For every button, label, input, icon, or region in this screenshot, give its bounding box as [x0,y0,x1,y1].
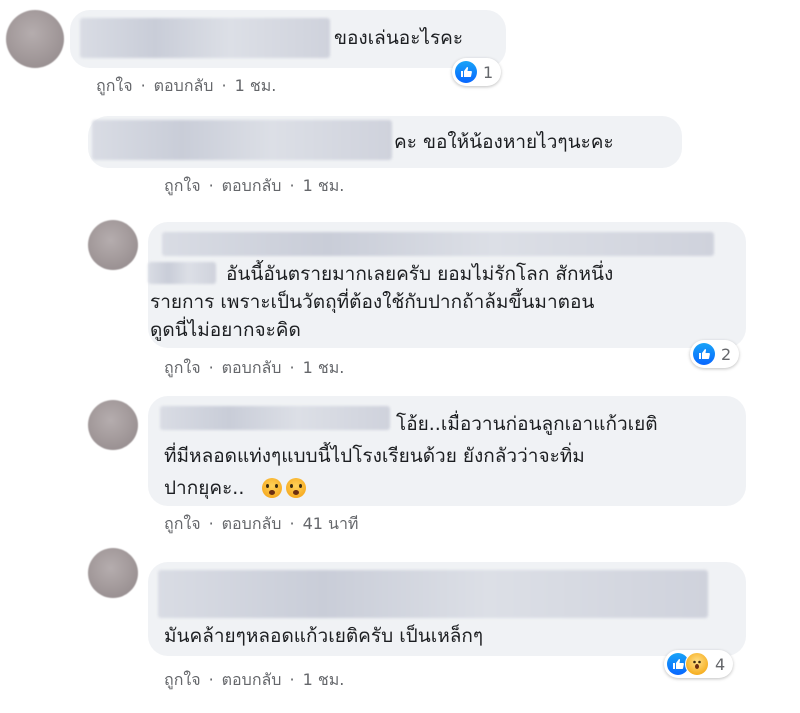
redacted-author-name [158,570,708,618]
reaction-summary[interactable]: 2 [690,340,740,368]
reply-button[interactable]: ตอบกลับ [222,512,282,536]
comment-text-line: อันนี้อันตรายมากเลยครับ ยอมไม่รักโลก สัก… [226,263,614,285]
separator: · [208,176,214,195]
comment-actions: ถูกใจ · ตอบกลับ · 41 นาที [164,512,358,536]
like-icon [693,343,715,365]
timestamp[interactable]: 41 นาที [303,512,359,536]
separator: · [289,176,295,195]
redacted-tag [148,262,216,284]
wow-icon [685,652,709,676]
comment-actions: ถูกใจ · ตอบกลับ · 1 ชม. [96,74,276,98]
commenter-avatar[interactable] [6,10,64,68]
comment-text: ของเล่นอะไรคะ [334,27,464,49]
separator: · [289,514,295,533]
redacted-author-name [162,232,714,256]
frowning-open-mouth-emoji [286,478,306,498]
reaction-summary[interactable]: 1 [452,58,502,86]
comment-text: คะ ขอให้น้องหายไวๆนะคะ [394,131,614,153]
commenter-avatar[interactable] [88,548,138,598]
reaction-count: 1 [483,62,494,82]
commenter-avatar[interactable] [88,400,138,450]
reply-button[interactable]: ตอบกลับ [222,668,282,692]
separator: · [221,76,227,95]
timestamp[interactable]: 1 ชม. [235,74,277,98]
comment-actions: ถูกใจ · ตอบกลับ · 1 ชม. [164,174,344,198]
comment-text-line: ดูดนี่ไม่อยากจะคิด [150,319,301,341]
comment-text-line: โอ้ย..เมื่อวานก่อนลูกเอาแก้วเยติ [396,413,658,435]
comment-text-line: รายการ เพราะเป็นวัตถุที่ต้องใช้กับปากถ้า… [150,291,595,313]
reaction-summary[interactable]: 4 [664,650,734,678]
reply-button[interactable]: ตอบกลับ [154,74,214,98]
commenter-avatar[interactable] [88,220,138,270]
comment-actions: ถูกใจ · ตอบกลับ · 1 ชม. [164,668,344,692]
comment-actions: ถูกใจ · ตอบกลับ · 1 ชม. [164,356,344,380]
like-button[interactable]: ถูกใจ [164,174,201,198]
like-button[interactable]: ถูกใจ [96,74,133,98]
timestamp[interactable]: 1 ชม. [303,174,345,198]
comment-text-line: ปากยุคะ.. [164,477,245,499]
separator: · [140,76,146,95]
reply-button[interactable]: ตอบกลับ [222,174,282,198]
like-button[interactable]: ถูกใจ [164,512,201,536]
reaction-count: 4 [715,654,726,674]
like-button[interactable]: ถูกใจ [164,356,201,380]
like-button[interactable]: ถูกใจ [164,668,201,692]
reaction-count: 2 [721,344,732,364]
like-icon [455,61,477,83]
redacted-author-name [80,18,330,58]
comment-text-line: ที่มีหลอดแท่งๆแบบนี้ไปโรงเรียนด้วย ยังกล… [164,445,585,467]
separator: · [289,358,295,377]
frowning-open-mouth-emoji [262,478,282,498]
separator: · [208,514,214,533]
redacted-author-name [92,120,392,160]
comment-text: มันคล้ายๆหลอดแก้วเยติครับ เป็นเหล็กๆ [164,625,484,647]
separator: · [208,358,214,377]
redacted-author-name [160,406,390,430]
timestamp[interactable]: 1 ชม. [303,356,345,380]
reply-button[interactable]: ตอบกลับ [222,356,282,380]
timestamp[interactable]: 1 ชม. [303,668,345,692]
separator: · [289,670,295,689]
separator: · [208,670,214,689]
